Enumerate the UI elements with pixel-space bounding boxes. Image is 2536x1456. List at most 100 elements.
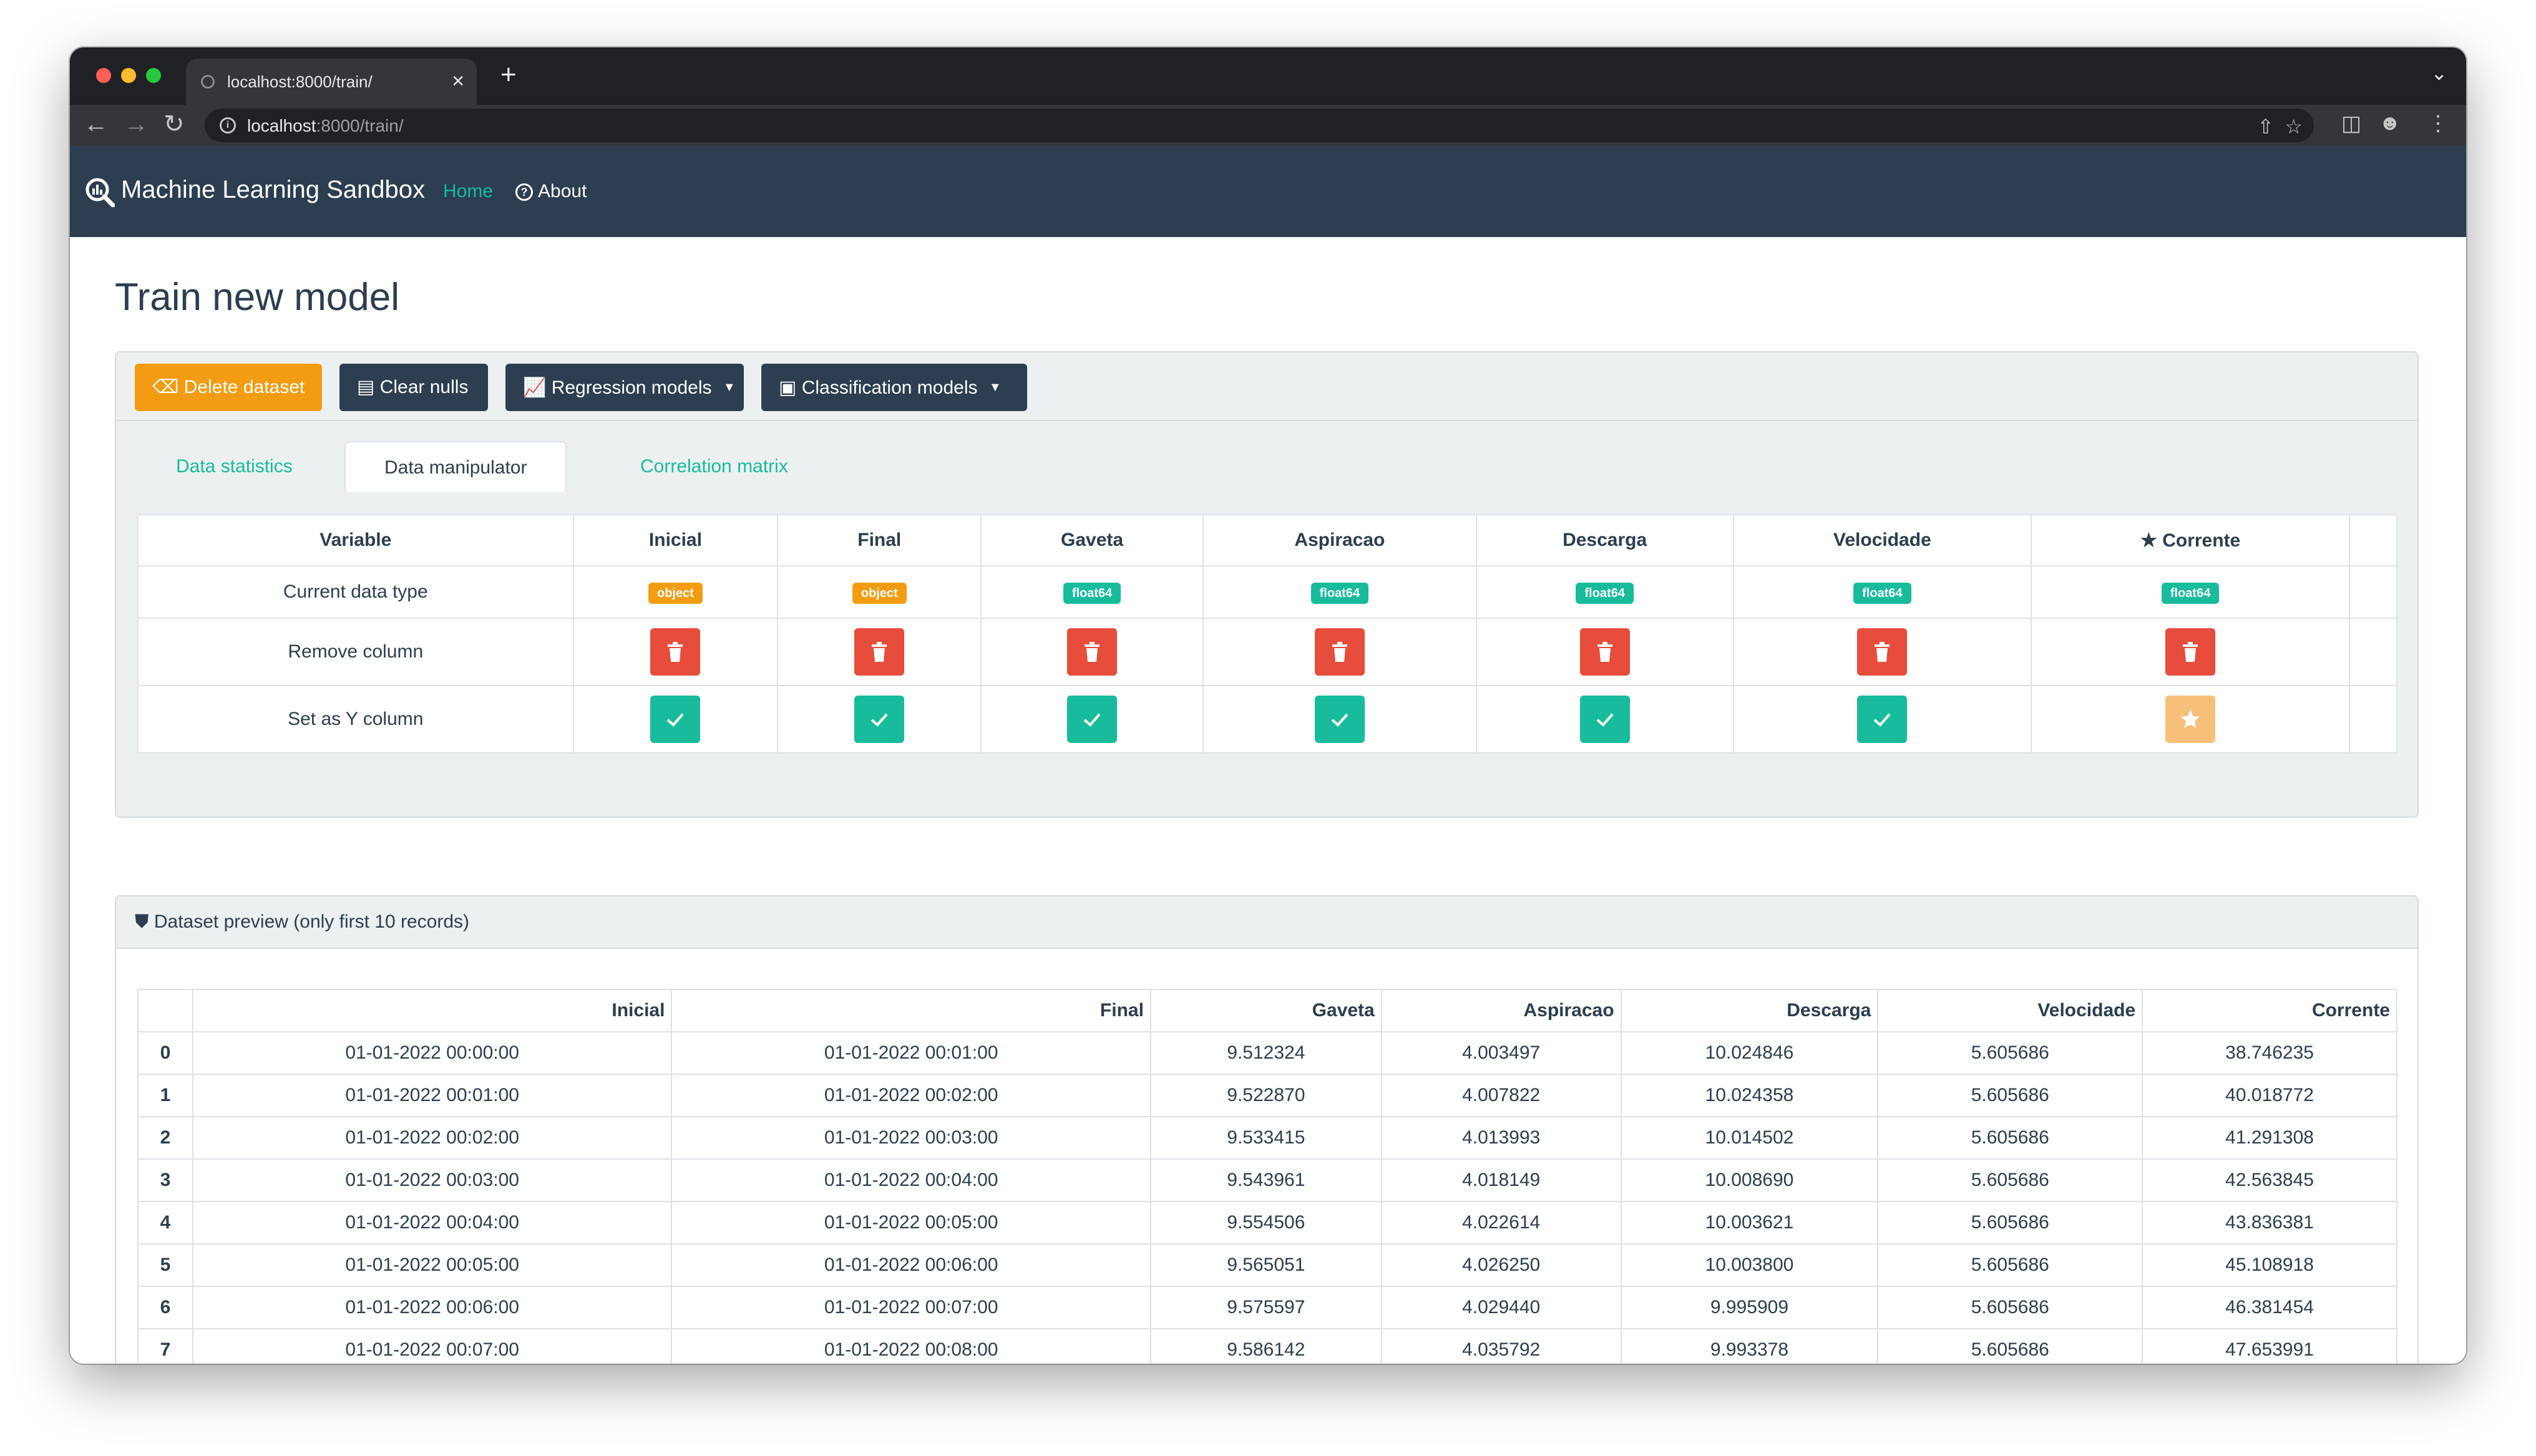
remove-column-button[interactable] xyxy=(1857,628,1908,676)
table-cell: 01-01-2022 00:03:00 xyxy=(192,1158,673,1202)
set-y-column-button[interactable] xyxy=(1579,696,1630,743)
card-header: ⛊ Dataset preview (only first 10 records… xyxy=(116,896,2417,949)
new-tab-icon[interactable]: + xyxy=(500,61,517,89)
browser-tab[interactable]: localhost:8000/train/ × xyxy=(186,59,477,105)
table-row: Current data type object object float64 floa… xyxy=(137,565,2398,619)
table-cell: 01-01-2022 00:05:00 xyxy=(192,1243,673,1287)
profile-avatar-icon[interactable]: ☻ xyxy=(2379,111,2401,135)
set-y-column-button[interactable] xyxy=(650,696,701,743)
table-cell xyxy=(777,618,982,686)
row-index: 1 xyxy=(137,1074,193,1117)
table-cell: 5.605686 xyxy=(1877,1243,2143,1287)
close-window-button[interactable] xyxy=(96,68,111,83)
tab-close-icon[interactable]: × xyxy=(452,69,464,94)
classification-models-dropdown[interactable]: ▣ Classification models ▼ xyxy=(761,364,1027,411)
table-cell: 4.035792 xyxy=(1380,1328,1622,1364)
row-index: 5 xyxy=(137,1243,193,1287)
table-cell: 4.029440 xyxy=(1380,1286,1622,1329)
card-header: ⌫ Delete dataset ▤ Clear nulls 📈 Regress… xyxy=(116,352,2417,421)
remove-column-button[interactable] xyxy=(1314,628,1365,676)
table-cell: 9.993378 xyxy=(1620,1328,1879,1364)
current-y-column-button[interactable] xyxy=(2165,696,2216,743)
table-cell: 01-01-2022 00:06:00 xyxy=(192,1286,673,1329)
sidebar-icon[interactable]: ◫ xyxy=(2341,111,2361,136)
menu-kebab-icon[interactable]: ⋮ xyxy=(2427,111,2449,136)
eraser-icon: ⌫ xyxy=(152,377,179,397)
forward-arrow-icon[interactable]: → xyxy=(124,109,149,140)
tab-correlation-matrix[interactable]: Correlation matrix xyxy=(640,441,788,492)
row-index: 0 xyxy=(137,1031,193,1075)
header-row: Inicial Final Gaveta Aspiracao Descarga Veloc… xyxy=(137,989,2397,1032)
dtype-badge: float64 xyxy=(2161,582,2220,604)
reload-icon[interactable]: ↻ xyxy=(163,109,185,140)
zoom-window-button[interactable] xyxy=(146,68,161,83)
address-bar[interactable]: i localhost:8000/train/ ⇧ ☆ xyxy=(205,109,2314,142)
table-cell: float64 xyxy=(1475,565,1734,619)
set-y-column-button[interactable] xyxy=(1857,696,1908,743)
remove-column-button[interactable] xyxy=(2165,628,2216,676)
tab-data-manipulator[interactable]: Data manipulator xyxy=(344,441,567,492)
globe-icon xyxy=(201,75,215,89)
table-cell: float64 xyxy=(1202,565,1477,619)
minimize-window-button[interactable] xyxy=(121,68,136,83)
column-header-spacer xyxy=(2348,514,2398,566)
database-icon: ⛊ xyxy=(135,911,149,932)
table-row: 2 01-01-2022 00:02:00 01-01-2022 00:03:00 9… xyxy=(137,1116,2397,1160)
table-cell: 4.013993 xyxy=(1380,1116,1622,1160)
browser-window: localhost:8000/train/ × + ⌄ ← → ↻ i loca… xyxy=(70,47,2466,1364)
nav-about-link[interactable]: ? About xyxy=(515,181,587,202)
regression-models-dropdown[interactable]: 📈 Regression models ▼ xyxy=(505,364,744,411)
tab-data-statistics[interactable]: Data statistics xyxy=(176,441,293,492)
page-title: Train new model xyxy=(115,276,400,319)
table-cell xyxy=(1475,685,1734,754)
column-header: Inicial xyxy=(192,989,673,1032)
table-row: 7 01-01-2022 00:07:00 01-01-2022 00:08:00 9… xyxy=(137,1328,2397,1364)
share-icon[interactable]: ⇧ xyxy=(2257,115,2274,138)
nav-about-label: About xyxy=(538,181,587,201)
brand-title[interactable]: Machine Learning Sandbox xyxy=(121,176,425,204)
table-row: 0 01-01-2022 00:00:00 01-01-2022 00:01:00 9… xyxy=(137,1031,2397,1075)
remove-column-button[interactable] xyxy=(854,628,905,676)
table-row: Remove column xyxy=(137,618,2398,686)
set-y-column-button[interactable] xyxy=(854,696,905,743)
column-header-label: Aspiracao xyxy=(1294,530,1385,550)
column-header-label: Descarga xyxy=(1563,530,1647,550)
browser-toolbar: ← → ↻ i localhost:8000/train/ ⇧ ☆ ◫ ☻ ⋮ xyxy=(70,105,2466,146)
chevron-down-icon[interactable]: ⌄ xyxy=(2431,61,2447,85)
set-y-column-button[interactable] xyxy=(1067,696,1118,743)
table-cell: 46.381454 xyxy=(2142,1286,2397,1329)
set-y-column-button[interactable] xyxy=(1314,696,1365,743)
table-cell: 9.554506 xyxy=(1149,1201,1382,1245)
url-text: localhost:8000/train/ xyxy=(247,116,404,135)
back-arrow-icon[interactable]: ← xyxy=(84,109,109,140)
table-row: 6 01-01-2022 00:06:00 01-01-2022 00:07:00 9… xyxy=(137,1286,2397,1329)
table-cell xyxy=(1202,618,1477,686)
table-cell: 9.543961 xyxy=(1149,1158,1382,1202)
table-cell: 01-01-2022 00:01:00 xyxy=(192,1074,673,1117)
classification-models-label: Classification models xyxy=(801,377,978,398)
table-cell: 47.653991 xyxy=(2142,1328,2397,1364)
nav-home-link[interactable]: Home xyxy=(443,181,493,202)
info-icon[interactable]: i xyxy=(220,117,236,133)
star-icon[interactable]: ☆ xyxy=(2285,115,2303,138)
question-circle-icon: ? xyxy=(515,183,533,201)
remove-column-button[interactable] xyxy=(1067,628,1118,676)
table-cell: 10.014502 xyxy=(1620,1116,1879,1160)
table-cell: 5.605686 xyxy=(1877,1328,2143,1364)
header-row: Variable Inicial Final Gaveta Aspiracao Desca… xyxy=(137,514,2398,566)
table-cell: 01-01-2022 00:02:00 xyxy=(192,1116,673,1160)
remove-column-button[interactable] xyxy=(650,628,701,676)
dataset-preview-label: Dataset preview (only first 10 records) xyxy=(154,911,470,932)
delete-dataset-button[interactable]: ⌫ Delete dataset xyxy=(135,364,322,411)
column-header: Corrente xyxy=(2142,989,2397,1032)
remove-column-button[interactable] xyxy=(1579,628,1630,676)
table-cell: float64 xyxy=(1732,565,2032,619)
row-index: 4 xyxy=(137,1201,193,1245)
dtype-badge: float64 xyxy=(1310,582,1369,604)
delete-dataset-label: Delete dataset xyxy=(183,377,305,397)
table-cell: 01-01-2022 00:05:00 xyxy=(671,1201,1151,1245)
table-cell: 9.995909 xyxy=(1620,1286,1879,1329)
clear-nulls-button[interactable]: ▤ Clear nulls xyxy=(339,364,488,411)
column-header: ★ Corrente xyxy=(2031,514,2350,566)
column-header: Gaveta xyxy=(1149,989,1382,1032)
